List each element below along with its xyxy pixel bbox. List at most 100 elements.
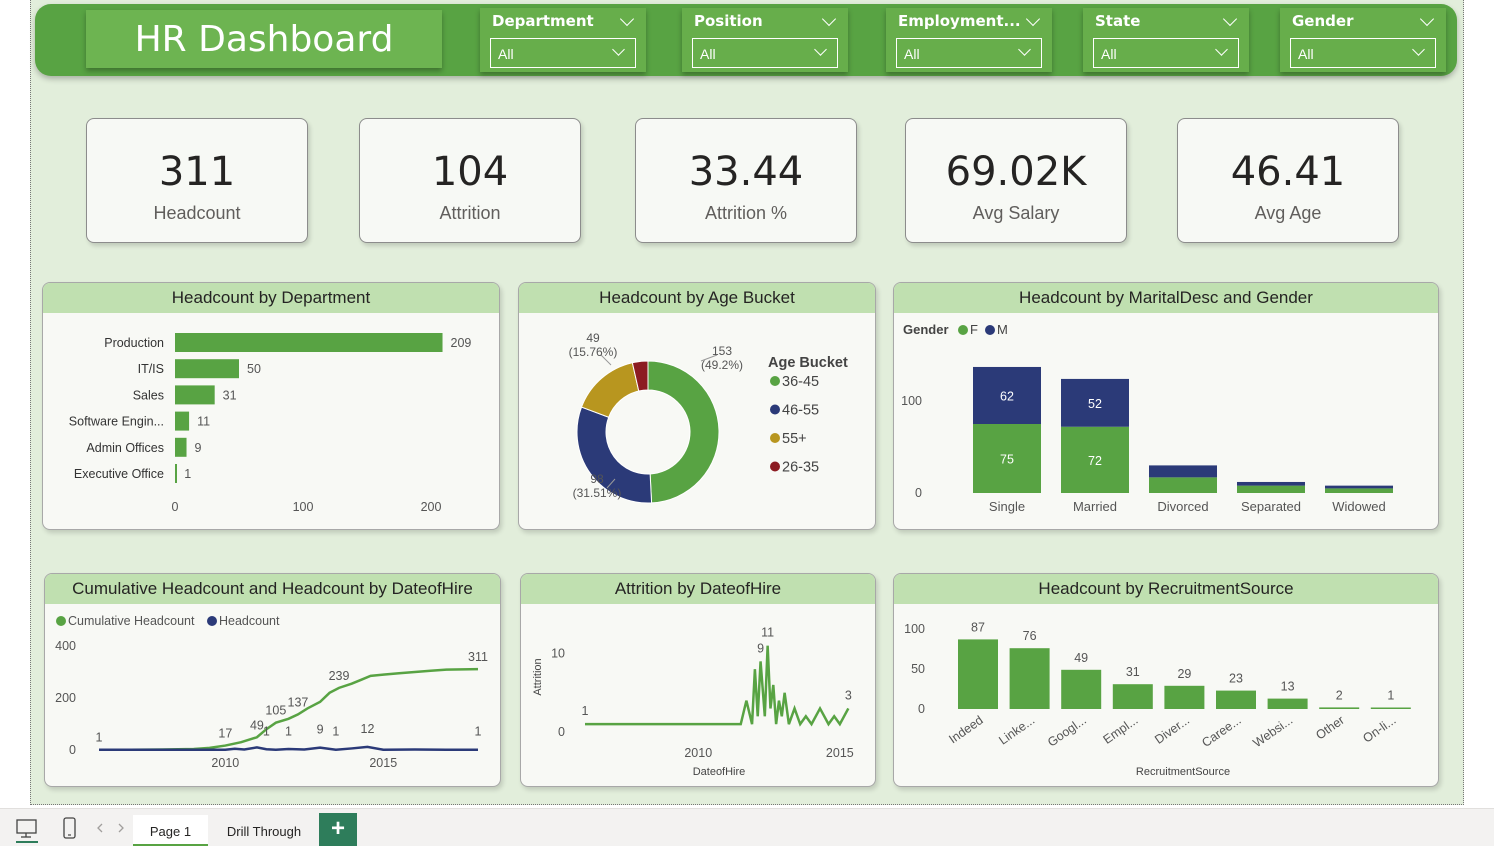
data-label: 52: [1088, 397, 1102, 411]
title-box: HR Dashboard: [86, 10, 442, 68]
category-label: Indeed: [946, 713, 985, 746]
kpi-card-avg-age[interactable]: 46.41 Avg Age: [1177, 118, 1399, 243]
chevron-down-icon[interactable]: [612, 43, 625, 56]
chevron-down-icon[interactable]: [1222, 11, 1238, 27]
category-label: Separated: [1241, 499, 1301, 514]
slicer-label: Gender: [1292, 12, 1354, 30]
category-label: Linke...: [996, 713, 1037, 748]
bar: [1061, 669, 1102, 709]
chevron-down-icon[interactable]: [1419, 11, 1435, 27]
data-label: (15.76%): [569, 345, 618, 359]
kpi-card-headcount[interactable]: 311 Headcount: [86, 118, 308, 243]
chevron-down-icon[interactable]: [821, 11, 837, 27]
bar: [1216, 690, 1256, 709]
slicer-dropdown[interactable]: All: [896, 38, 1042, 68]
mobile-view-icon[interactable]: [62, 817, 78, 841]
tick-label: 400: [55, 639, 76, 653]
slicer-department[interactable]: Department All: [480, 8, 646, 72]
kpi-card-attrition[interactable]: 104 Attrition: [359, 118, 581, 243]
slicer-employment[interactable]: Employment... All: [886, 8, 1052, 72]
data-label: 31: [1126, 665, 1140, 679]
category-label: Divorced: [1157, 499, 1208, 514]
chevron-down-icon[interactable]: [619, 11, 635, 27]
tick-label: 200: [421, 500, 442, 514]
kpi-label: Attrition %: [704, 203, 788, 223]
chevron-left-icon[interactable]: [96, 823, 104, 833]
data-label: 153: [712, 344, 732, 358]
tick-label: 2010: [684, 746, 712, 760]
chevron-right-icon[interactable]: [117, 823, 125, 833]
tick-label: 100: [901, 394, 922, 408]
bar: [1164, 685, 1205, 709]
kpi-card-avg-salary[interactable]: 69.02K Avg Salary: [905, 118, 1127, 243]
data-label: 13: [1281, 680, 1295, 694]
chart-card-recruitment[interactable]: 0 50 100 87 Indeed 76 Linke... 49 Googl... 31 Empl…: [893, 573, 1439, 787]
data-label: 75: [1000, 453, 1014, 467]
series-line: [585, 645, 850, 727]
data-label: 239: [329, 669, 350, 683]
chevron-down-icon[interactable]: [814, 43, 827, 56]
slicer-state[interactable]: State All: [1083, 8, 1249, 72]
attrition-line-chart[interactable]: 0 10 2010 2015 1 911 3 DateofHire Attrition: [521, 574, 876, 787]
data-label: 49: [1074, 651, 1088, 665]
data-label: 31: [223, 388, 237, 402]
tab-page-1[interactable]: Page 1: [133, 815, 208, 846]
bar: [175, 385, 215, 405]
chart-card-department[interactable]: Production 209 IT/IS 50 Sales 31 Software Engi…: [42, 282, 500, 530]
slicer-value: All: [1101, 46, 1117, 62]
legend-marker: [56, 616, 66, 626]
tab-drill-through[interactable]: Drill Through: [218, 815, 310, 846]
chart-card-age-bucket[interactable]: 153 (49.2%) 98 (31.51%) 49 (15.76%) Age Bucket…: [518, 282, 876, 530]
slicer-dropdown[interactable]: All: [692, 38, 838, 68]
data-label: 17: [218, 727, 232, 741]
department-bar-chart[interactable]: Production 209 IT/IS 50 Sales 31 Software Engi…: [43, 283, 500, 530]
bar: [1319, 707, 1360, 709]
slicer-dropdown[interactable]: All: [1093, 38, 1239, 68]
data-label: 1: [582, 704, 589, 718]
data-label: 9: [757, 641, 764, 655]
slicer-label: Position: [694, 12, 763, 30]
data-label: 49: [250, 718, 264, 732]
kpi-value: 69.02K: [945, 149, 1087, 195]
chevron-down-icon[interactable]: [1025, 11, 1041, 27]
chart-card-marital-gender[interactable]: Gender F M 0 100 75 62 Single 72 52 Married Divorce…: [893, 282, 1439, 530]
data-label: 1: [475, 725, 482, 739]
slicer-label: Department: [492, 12, 594, 30]
page-title: HR Dashboard: [134, 18, 394, 60]
kpi-card-attrition-pct[interactable]: 33.44 Attrition %: [635, 118, 857, 243]
category-label: Single: [989, 499, 1025, 514]
data-label: 1: [1387, 689, 1394, 703]
slicer-value: All: [1298, 46, 1314, 62]
chevron-down-icon[interactable]: [1215, 43, 1228, 56]
cumulative-line-chart[interactable]: Cumulative Headcount Headcount 0 200 400 2010…: [45, 574, 501, 787]
add-page-button[interactable]: +: [319, 813, 357, 846]
slicer-position[interactable]: Position All: [682, 8, 848, 72]
chevron-down-icon[interactable]: [1018, 43, 1031, 56]
chevron-down-icon[interactable]: [1412, 43, 1425, 56]
legend-label: Cumulative Headcount: [68, 614, 195, 628]
recruitment-bar-chart[interactable]: 0 50 100 87 Indeed 76 Linke... 49 Googl... 31 Empl…: [894, 574, 1439, 787]
slicer-gender[interactable]: Gender All: [1280, 8, 1446, 72]
chart-card-cumulative[interactable]: Cumulative Headcount Headcount 0 200 400 2010…: [44, 573, 501, 787]
data-label: 1: [184, 467, 191, 481]
kpi-value: 33.44: [688, 149, 804, 195]
bar-segment: [1237, 481, 1305, 486]
data-label: (49.2%): [701, 358, 743, 372]
data-label: 87: [971, 620, 985, 634]
data-label: 1: [263, 725, 270, 739]
slicer-dropdown[interactable]: All: [490, 38, 636, 68]
tick-label: 50: [911, 662, 925, 676]
category-label: Caree...: [1199, 713, 1243, 750]
bar: [1009, 648, 1050, 709]
marital-stacked-bar-chart[interactable]: Gender F M 0 100 75 62 Single 72 52 Married Divorce…: [894, 283, 1439, 530]
desktop-view-icon[interactable]: [16, 817, 38, 843]
age-donut-chart[interactable]: 153(49.2%) 98(31.51%) 49(15.76%) Age Bucket…: [519, 283, 876, 530]
data-label: 9: [317, 723, 324, 737]
tick-label: 100: [904, 622, 925, 636]
chart-card-attrition[interactable]: 0 10 2010 2015 1 9 11 3 DateofHire Attrition Attr…: [520, 573, 876, 787]
chart-title: Attrition by DateofHire: [521, 574, 875, 604]
page-tab-bar: Page 1 Drill Through +: [0, 808, 1494, 846]
bar-segment: [1325, 485, 1393, 489]
slicer-dropdown[interactable]: All: [1290, 38, 1436, 68]
legend-title: Gender: [903, 322, 949, 337]
